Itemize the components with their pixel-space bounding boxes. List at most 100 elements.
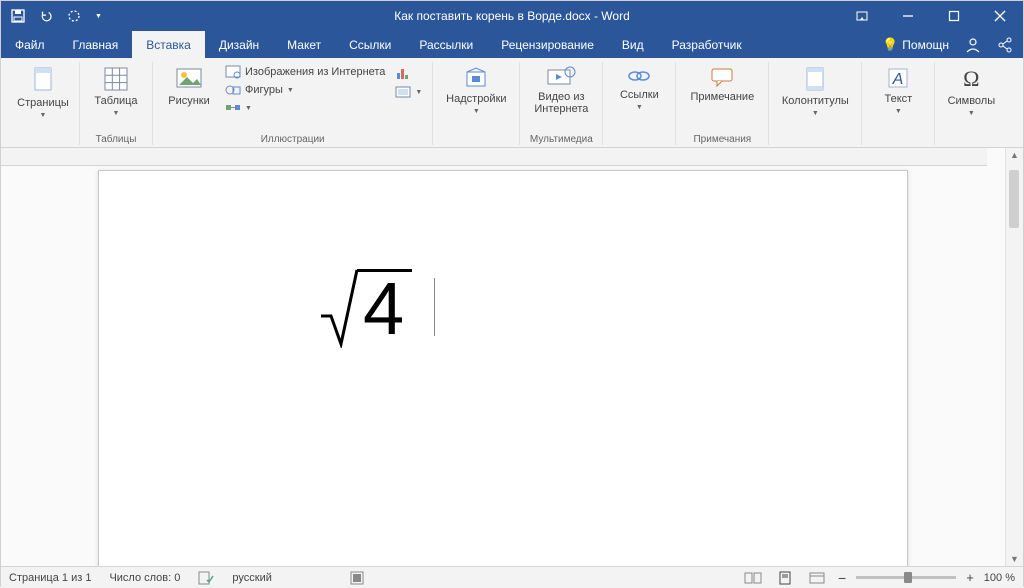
online-pictures-button[interactable]: Изображения из Интернета — [223, 64, 387, 80]
links-button[interactable]: Ссылки ▼ — [611, 62, 667, 111]
window-controls — [839, 1, 1023, 31]
scroll-up-icon[interactable]: ▲ — [1006, 150, 1023, 160]
equation-radicand[interactable]: 4 — [357, 269, 412, 346]
screenshot-icon — [395, 85, 411, 99]
maximize-button[interactable] — [931, 1, 977, 31]
tab-review[interactable]: Рецензирование — [487, 31, 608, 58]
tab-layout[interactable]: Макет — [273, 31, 335, 58]
undo-icon[interactable] — [39, 9, 53, 23]
group-comments: Примечание Примечания — [676, 62, 769, 145]
video-icon — [546, 66, 576, 88]
share-icon[interactable] — [997, 37, 1013, 53]
headerfooter-icon — [804, 66, 826, 92]
status-macro-icon[interactable] — [350, 571, 364, 585]
status-proofing-icon[interactable] — [198, 571, 214, 585]
zoom-slider[interactable] — [856, 576, 956, 579]
group-pages: Страницы ▼ — [7, 62, 80, 145]
zoom-level[interactable]: 100 % — [984, 572, 1015, 584]
save-icon[interactable] — [11, 9, 25, 23]
group-headerfooter: Колонтитулы ▼ — [769, 62, 862, 145]
status-page[interactable]: Страница 1 из 1 — [9, 572, 91, 584]
tab-developer[interactable]: Разработчик — [658, 31, 756, 58]
tab-insert[interactable]: Вставка — [132, 31, 205, 58]
horizontal-ruler[interactable] — [1, 148, 987, 166]
close-button[interactable] — [977, 1, 1023, 31]
account-icon[interactable] — [965, 37, 981, 53]
tab-references[interactable]: Ссылки — [335, 31, 405, 58]
scroll-down-icon[interactable]: ▼ — [1006, 554, 1023, 564]
addins-button[interactable]: Надстройки ▼ — [441, 62, 511, 115]
tell-me-help[interactable]: 💡 Помощн — [882, 37, 949, 53]
group-illustrations: Рисунки Изображения из Интернета Фигуры … — [153, 62, 433, 145]
comment-label: Примечание — [691, 91, 755, 103]
link-icon — [626, 66, 652, 86]
group-media: Видео из Интернета Мультимедиа — [520, 62, 603, 145]
online-pictures-icon — [225, 65, 241, 79]
screenshot-button[interactable]: ▼ — [393, 84, 424, 100]
equation-sqrt[interactable]: 4 — [319, 266, 435, 348]
page-icon — [31, 66, 55, 94]
online-video-button[interactable]: Видео из Интернета — [528, 62, 594, 115]
pages-button[interactable]: Страницы ▼ — [15, 62, 71, 119]
help-label: Помощн — [902, 38, 949, 52]
minimize-button[interactable] — [885, 1, 931, 31]
symbols-label: Символы — [948, 95, 996, 107]
text-cursor — [434, 278, 435, 336]
lightbulb-icon: 💡 — [882, 37, 898, 53]
document-area[interactable]: 4 — [1, 148, 1005, 566]
picture-icon — [175, 66, 203, 92]
view-read-mode-icon[interactable] — [742, 570, 764, 586]
chart-icon — [395, 65, 411, 81]
redo-icon[interactable] — [67, 9, 81, 23]
group-illustrations-label: Иллюстрации — [261, 132, 325, 145]
shapes-button[interactable]: Фигуры ▼ — [223, 82, 387, 98]
ribbon-display-options-icon[interactable] — [839, 1, 885, 31]
quick-access-toolbar: ▼ — [1, 9, 102, 23]
comment-icon — [709, 66, 735, 88]
online-video-label: Видео из Интернета — [528, 91, 594, 115]
text-label: Текст — [885, 93, 913, 105]
group-links: Ссылки ▼ — [603, 62, 676, 145]
textbox-icon: A — [886, 66, 910, 90]
workspace: 4 ▲ ▼ — [1, 148, 1023, 566]
tab-view[interactable]: Вид — [608, 31, 658, 58]
vertical-scrollbar[interactable]: ▲ ▼ — [1005, 148, 1023, 566]
radical-sign-icon — [319, 266, 359, 348]
smartart-button[interactable]: ▼ — [223, 100, 387, 116]
qat-dropdown-icon[interactable]: ▼ — [95, 13, 102, 20]
omega-icon: Ω — [963, 66, 979, 92]
svg-text:A: A — [892, 71, 904, 88]
tab-mailings[interactable]: Рассылки — [405, 31, 487, 58]
chart-button[interactable] — [393, 64, 424, 82]
headerfooter-button[interactable]: Колонтитулы ▼ — [777, 62, 853, 117]
view-print-layout-icon[interactable] — [774, 570, 796, 586]
smartart-icon — [225, 101, 241, 115]
symbols-button[interactable]: Ω Символы ▼ — [943, 62, 999, 117]
pictures-button[interactable]: Рисунки — [161, 62, 217, 107]
status-word-count[interactable]: Число слов: 0 — [109, 572, 180, 584]
scroll-thumb[interactable] — [1009, 170, 1019, 228]
text-button[interactable]: A Текст ▼ — [870, 62, 926, 115]
shapes-label: Фигуры — [245, 84, 283, 96]
pages-label: Страницы — [17, 97, 69, 109]
zoom-in-button[interactable]: + — [966, 570, 974, 585]
table-label: Таблица — [94, 95, 137, 107]
store-icon — [464, 66, 488, 90]
online-pictures-label: Изображения из Интернета — [245, 66, 385, 78]
tab-home[interactable]: Главная — [59, 31, 133, 58]
tab-file[interactable]: Файл — [1, 31, 59, 58]
tab-design[interactable]: Дизайн — [205, 31, 273, 58]
status-language[interactable]: русский — [232, 572, 271, 584]
group-text: A Текст ▼ — [862, 62, 935, 145]
table-icon — [103, 66, 129, 92]
pictures-label: Рисунки — [168, 95, 210, 107]
zoom-out-button[interactable]: − — [838, 570, 846, 586]
table-button[interactable]: Таблица ▼ — [88, 62, 144, 117]
document-page[interactable]: 4 — [98, 170, 908, 566]
view-web-layout-icon[interactable] — [806, 570, 828, 586]
zoom-slider-knob[interactable] — [904, 572, 912, 583]
group-comments-label: Примечания — [693, 132, 751, 145]
statusbar: Страница 1 из 1 Число слов: 0 русский − … — [1, 566, 1023, 588]
ribbon: Страницы ▼ Таблица ▼ Таблицы Рисунки — [1, 58, 1023, 148]
comment-button[interactable]: Примечание — [684, 62, 760, 103]
